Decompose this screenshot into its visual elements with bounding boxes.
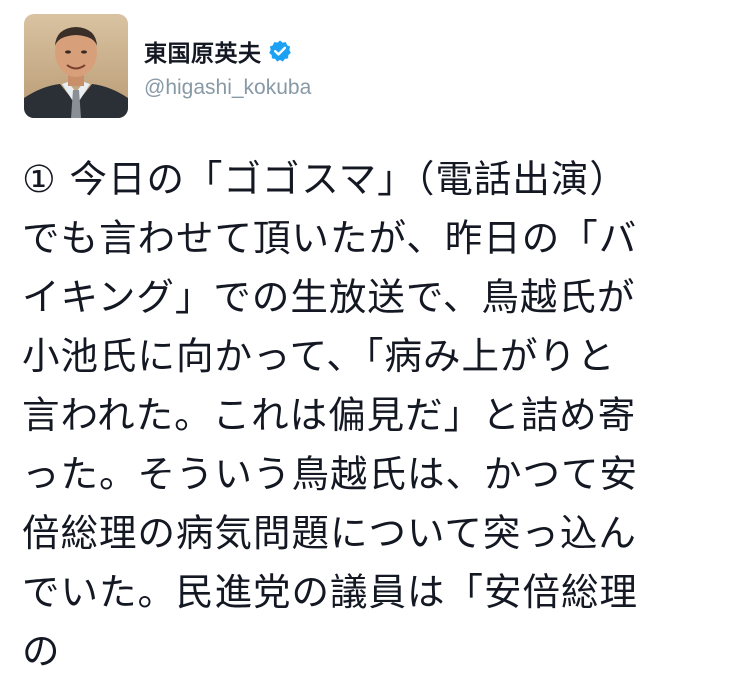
avatar[interactable] — [24, 14, 128, 118]
display-name[interactable]: 東国原英夫 — [144, 34, 262, 68]
user-handle[interactable]: @higashi_kokuba — [144, 76, 311, 100]
avatar-image — [24, 14, 128, 118]
tweet-text: ① 今日の「ゴゴスマ」（電話出演） でも言わせて頂いたが、昨日の「バ イキング」… — [22, 157, 638, 673]
tweet-header: 東国原英夫 @higashi_kokuba — [24, 14, 724, 120]
verified-badge-icon — [268, 39, 292, 63]
name-row: 東国原英夫 — [144, 34, 292, 68]
